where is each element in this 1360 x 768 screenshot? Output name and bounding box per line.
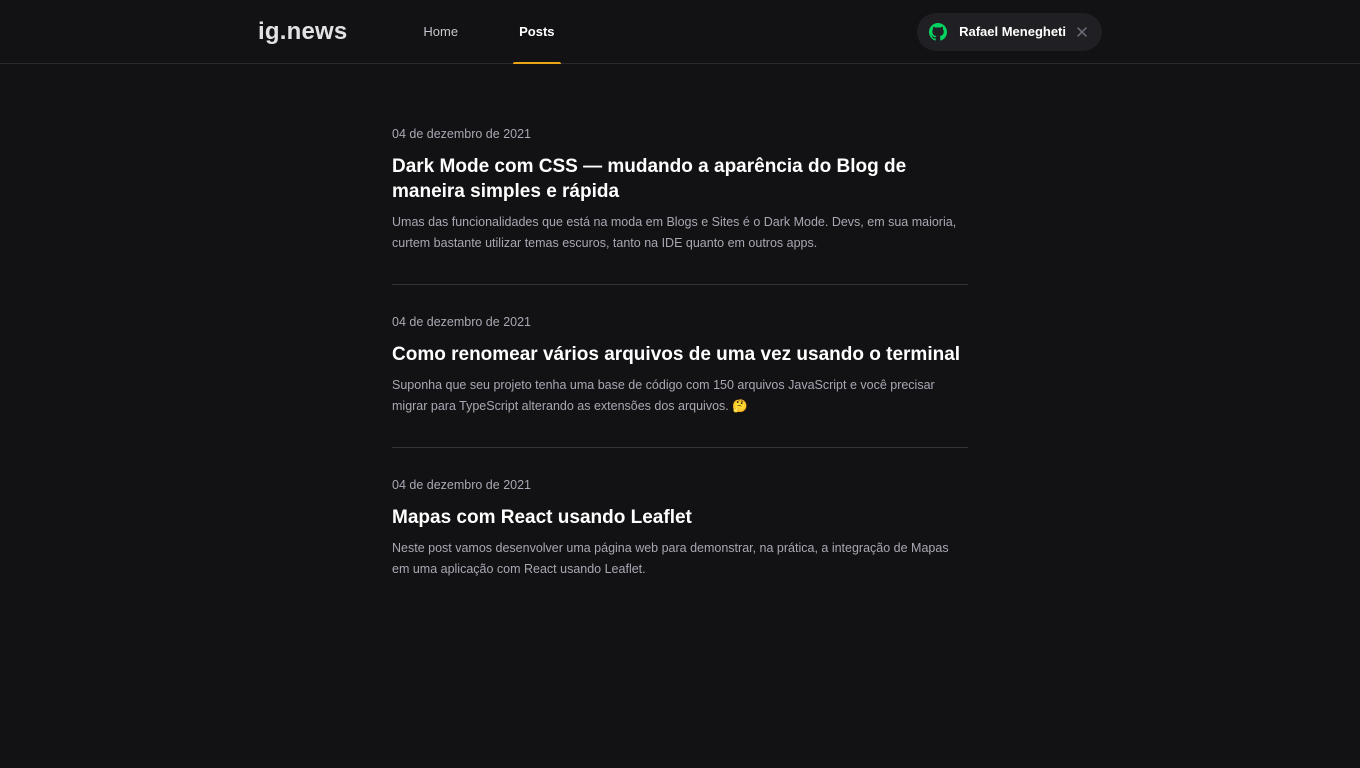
user-signin-button[interactable]: Rafael Menegheti — [917, 12, 1102, 51]
nav-item-posts[interactable]: Posts — [513, 0, 561, 64]
main-nav: Home Posts — [417, 0, 609, 64]
post-item[interactable]: 04 de dezembro de 2021 Dark Mode com CSS… — [392, 127, 968, 285]
post-item[interactable]: 04 de dezembro de 2021 Como renomear vár… — [392, 315, 968, 448]
close-icon[interactable] — [1076, 26, 1088, 38]
post-title[interactable]: Dark Mode com CSS — mudando a aparência … — [392, 154, 968, 204]
nav-item-home[interactable]: Home — [417, 0, 464, 63]
post-excerpt: Suponha que seu projeto tenha uma base d… — [392, 378, 935, 413]
post-title[interactable]: Como renomear vários arquivos de uma vez… — [392, 342, 968, 367]
header-container: ig.news Home Posts Rafael Menegheti — [258, 0, 1102, 64]
site-header: ig.news Home Posts Rafael Menegheti — [0, 0, 1360, 64]
post-item[interactable]: 04 de dezembro de 2021 Mapas com React u… — [392, 478, 968, 610]
github-icon — [929, 22, 948, 41]
post-excerpt: Neste post vamos desenvolver uma página … — [392, 541, 949, 576]
post-date: 04 de dezembro de 2021 — [392, 127, 531, 141]
site-logo[interactable]: ig.news — [258, 18, 347, 46]
user-name: Rafael Menegheti — [959, 24, 1066, 39]
post-date: 04 de dezembro de 2021 — [392, 478, 531, 492]
post-excerpt: Umas das funcionalidades que está na mod… — [392, 215, 957, 250]
post-date: 04 de dezembro de 2021 — [392, 315, 531, 329]
posts-list: 04 de dezembro de 2021 Dark Mode com CSS… — [392, 64, 968, 610]
post-title[interactable]: Mapas com React usando Leaflet — [392, 505, 968, 530]
